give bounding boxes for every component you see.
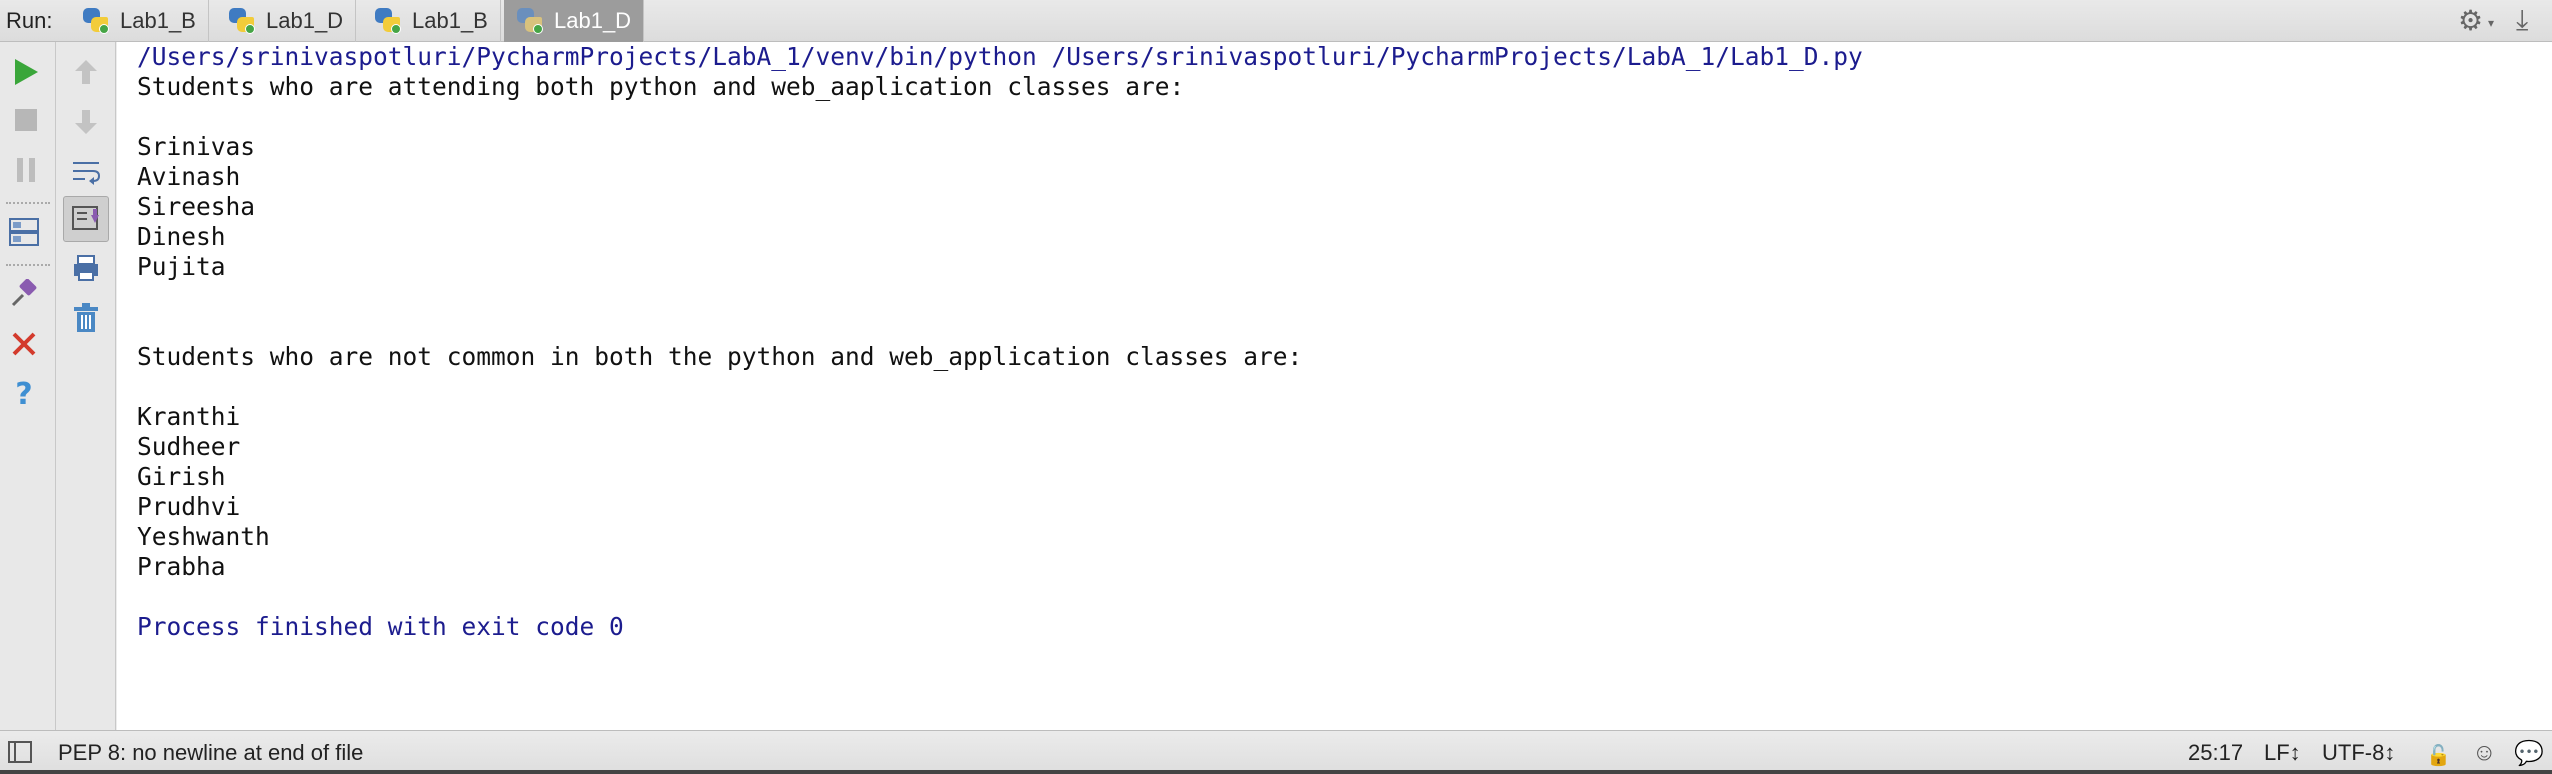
close-icon[interactable] [4, 324, 44, 364]
student-name: Kranthi [137, 402, 241, 431]
run-tab-bar: Run: Lab1_B Lab1_D Lab1_B Lab1_D ⚙ ▾ ⤓ [0, 0, 2552, 42]
uncommon-students-list: Kranthi Sudheer Girish Prudhvi Yeshwanth Prab… [117, 402, 2552, 582]
status-message: PEP 8: no newline at end of file [58, 740, 364, 765]
heading-common: Students who are attending both python a… [137, 72, 1185, 101]
tab-lab1-b-1[interactable]: Lab1_B [70, 0, 209, 42]
file-encoding[interactable]: UTF-8↕ [2322, 740, 2395, 766]
student-name: Prabha [137, 552, 226, 581]
tab-label: Lab1_D [266, 8, 344, 33]
tab-label: Lab1_B [412, 8, 488, 33]
line-separator[interactable]: LF↕ [2264, 740, 2301, 766]
lock-icon[interactable]: 🔓 [2426, 743, 2451, 768]
scroll-to-end-icon[interactable] [63, 196, 109, 242]
student-name: Avinash [137, 162, 241, 191]
command-line[interactable]: /Users/srinivaspotluri/PycharmProjects/L… [117, 42, 2552, 72]
inspector-icon[interactable]: ☺ [2472, 739, 2497, 767]
tab-lab1-d-active[interactable]: Lab1_D [504, 0, 645, 42]
caret-position[interactable]: 25:17 [2188, 740, 2243, 766]
tab-label: Lab1_D [554, 8, 632, 33]
down-arrow-icon[interactable] [66, 102, 106, 142]
chevron-down-icon[interactable]: ▾ [2488, 16, 2494, 30]
bottom-edge [0, 770, 2552, 774]
exit-message: Process finished with exit code 0 [137, 612, 624, 641]
tab-label: Lab1_B [120, 8, 196, 33]
run-toolbar: ? [0, 42, 56, 730]
run-label: Run: [6, 8, 53, 33]
student-name: Girish [137, 462, 226, 491]
tab-lab1-b-2[interactable]: Lab1_B [362, 0, 501, 42]
up-arrow-icon[interactable] [66, 52, 106, 92]
pin-tab-icon[interactable] [4, 274, 44, 314]
python-file-icon [228, 7, 256, 35]
python-file-icon [82, 7, 110, 35]
console-output[interactable]: /Users/srinivaspotluri/PycharmProjects/L… [117, 42, 2552, 730]
student-name: Sudheer [137, 432, 241, 461]
layout-icon[interactable] [4, 212, 44, 252]
student-name: Srinivas [137, 132, 256, 161]
common-students-list: Srinivas Avinash Sireesha Dinesh Pujita [117, 132, 2552, 282]
run-icon[interactable] [6, 52, 46, 92]
stop-icon[interactable] [6, 100, 46, 140]
student-name: Sireesha [137, 192, 256, 221]
python-file-icon [374, 7, 402, 35]
soft-wrap-icon[interactable] [66, 152, 106, 192]
pause-icon[interactable] [6, 150, 46, 190]
student-name: Prudhvi [137, 492, 241, 521]
panel-toggle-icon[interactable] [8, 741, 32, 763]
status-bar: PEP 8: no newline at end of file 25:17 L… [0, 730, 2552, 774]
help-icon[interactable]: ? [4, 374, 44, 414]
python-file-icon [516, 7, 544, 35]
print-icon[interactable] [66, 248, 106, 288]
tab-lab1-d-1[interactable]: Lab1_D [216, 0, 357, 42]
event-log-icon[interactable]: 💬 [2514, 739, 2544, 768]
trash-icon[interactable] [66, 298, 106, 338]
student-name: Dinesh [137, 222, 226, 251]
console-toolbar [56, 42, 116, 730]
heading-uncommon: Students who are not common in both the … [137, 342, 1303, 371]
gear-icon[interactable]: ⚙ [2458, 6, 2488, 36]
student-name: Yeshwanth [137, 522, 270, 551]
student-name: Pujita [137, 252, 226, 281]
download-pin-icon[interactable]: ⤓ [2516, 4, 2528, 37]
